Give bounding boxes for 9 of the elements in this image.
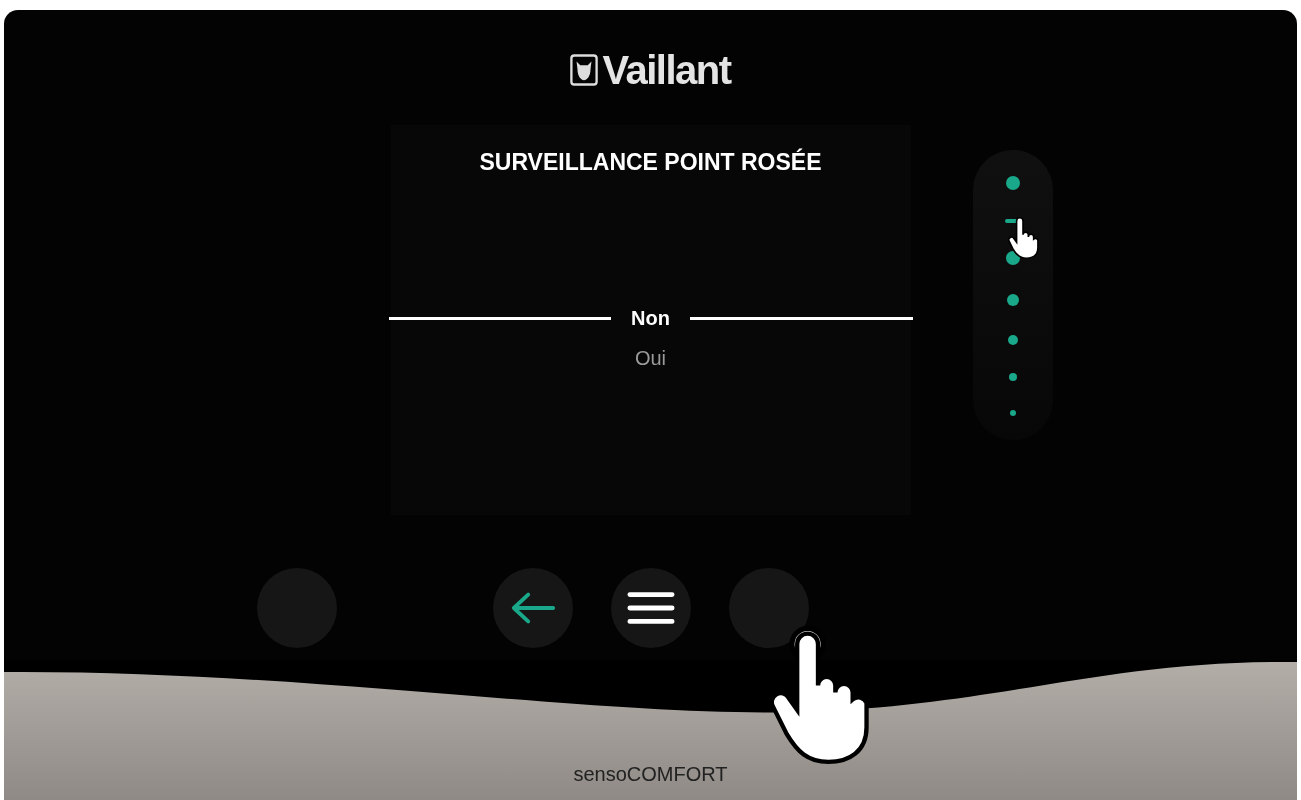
option-item[interactable]: Oui (634, 346, 667, 370)
model-name: sensoCOMFORT (573, 763, 728, 786)
left-arrow-icon (509, 590, 557, 626)
menu-icon (627, 590, 675, 626)
hand-cursor-icon (1007, 216, 1039, 260)
logo-icon (570, 54, 599, 86)
screen-title: SURVEILLANCE POINT ROSÉE (479, 149, 822, 176)
brand-logo-text: Vaillant (602, 47, 731, 93)
option-item[interactable]: Non (631, 306, 670, 330)
